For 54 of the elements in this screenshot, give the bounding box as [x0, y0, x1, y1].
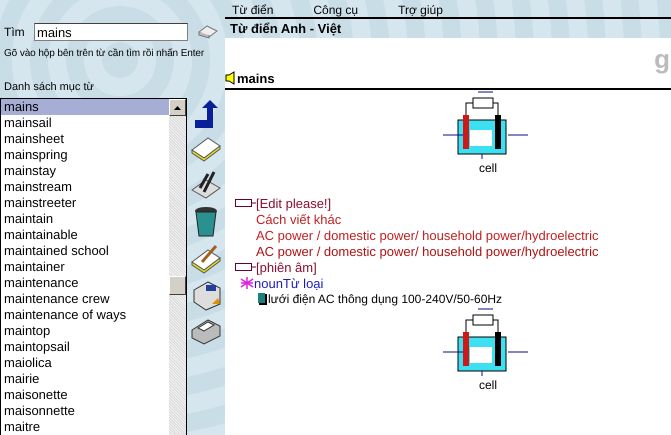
- alternate-spelling: AC power / domestic power/ household power/hydroelectric: [256, 228, 599, 242]
- headword: mains: [237, 70, 275, 86]
- search-field[interactable]: mains: [34, 23, 188, 41]
- word-list-item[interactable]: mainspring: [1, 147, 170, 163]
- word-list-item[interactable]: mairie: [1, 371, 170, 387]
- printer-icon[interactable]: [190, 318, 222, 346]
- note-pencil-icon[interactable]: [190, 244, 222, 274]
- notepad-icon[interactable]: [190, 136, 222, 162]
- word-list-item[interactable]: mainsail: [1, 115, 170, 131]
- menu-item[interactable]: Từ điển: [232, 3, 274, 17]
- word-list-item[interactable]: maintenance of ways: [1, 307, 170, 323]
- trash-icon[interactable]: [194, 206, 218, 238]
- word-list-item[interactable]: maintenance crew: [1, 291, 170, 307]
- word-list-item[interactable]: maintained school: [1, 243, 170, 259]
- tag-icon: [235, 263, 256, 271]
- figure-caption: cell: [478, 162, 497, 175]
- dictionary-title: Từ điển Anh - Việt: [230, 21, 342, 36]
- word-list-item[interactable]: maintain: [1, 211, 170, 227]
- asterisk-icon: [240, 277, 254, 289]
- tag-icon: [235, 199, 256, 207]
- list-title: Danh sách mục từ: [3, 80, 95, 95]
- menu-item[interactable]: Công cụ: [313, 3, 358, 17]
- corner-letter: g: [654, 44, 670, 75]
- word-list-item[interactable]: maisonnette: [1, 403, 170, 419]
- search-hint: Gõ vào hộp bên trên từ cần tìm rồi nhấn Enter: [3, 47, 206, 59]
- speaker-icon[interactable]: [225, 71, 237, 85]
- eraser-icon[interactable]: [198, 25, 218, 39]
- alternate-spelling-label: Cách viết khác: [256, 212, 342, 226]
- meaning-text: lưới điện AC thông dụng 100-240V/50-60Hz: [268, 292, 502, 306]
- word-list-item[interactable]: maisonette: [1, 387, 170, 403]
- entry-tag: [phiên âm]: [256, 260, 317, 274]
- scrollbar[interactable]: [169, 99, 186, 435]
- word-list-item[interactable]: mains: [1, 99, 170, 115]
- search-label: Tìm: [4, 25, 26, 39]
- scroll-up-icon[interactable]: [174, 106, 182, 110]
- word-list-item[interactable]: maiolica: [1, 355, 170, 371]
- word-list-item[interactable]: maintainable: [1, 227, 170, 243]
- word-list-item[interactable]: maintopsail: [1, 339, 170, 355]
- word-list-item[interactable]: mainstreeter: [1, 195, 170, 211]
- book-icon: [258, 293, 268, 305]
- word-list-item[interactable]: maintop: [1, 323, 170, 339]
- part-of-speech: nounTừ loại: [254, 276, 324, 290]
- word-list-item[interactable]: mainstream: [1, 179, 170, 195]
- menu-item[interactable]: Trợ giúp: [398, 3, 443, 17]
- entry-tag: [Edit please!]: [256, 196, 332, 210]
- scroll-thumb[interactable]: [169, 276, 186, 295]
- word-list-item[interactable]: mainsheet: [1, 131, 170, 147]
- figure-caption: cell: [478, 379, 497, 392]
- word-list-item[interactable]: maintainer: [1, 259, 170, 275]
- back-arrow-icon[interactable]: [193, 100, 220, 130]
- word-list-item[interactable]: maitre: [1, 419, 170, 435]
- word-list-item[interactable]: maintenance: [1, 275, 170, 291]
- entry-sense: AC power / domestic power/ household power/hydroelectric: [256, 244, 599, 258]
- word-list-item[interactable]: mainstay: [1, 163, 170, 179]
